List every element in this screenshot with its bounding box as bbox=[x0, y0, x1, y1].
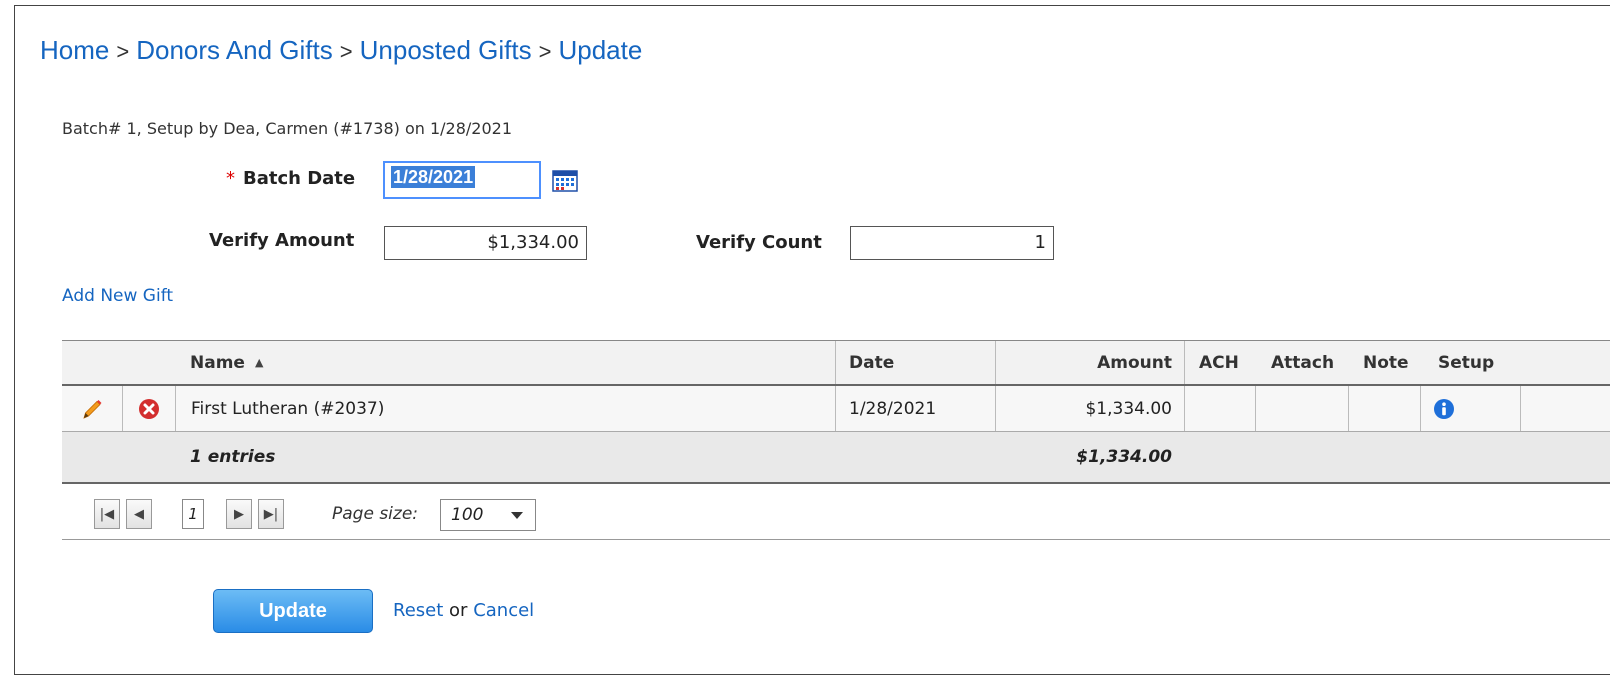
batch-date-input[interactable]: 1/28/2021 bbox=[383, 161, 541, 199]
row-setup bbox=[1420, 386, 1520, 431]
verify-count-input[interactable]: 1 bbox=[850, 226, 1054, 260]
breadcrumb-donors-link[interactable]: Donors And Gifts bbox=[136, 35, 333, 65]
calendar-icon[interactable] bbox=[552, 168, 578, 192]
batch-info: Batch# 1, Setup by Dea, Carmen (#1738) o… bbox=[62, 119, 513, 138]
breadcrumb-home-link[interactable]: Home bbox=[40, 35, 109, 65]
last-page-icon[interactable]: ▶| bbox=[258, 499, 284, 529]
entries-count: 1 entries bbox=[190, 447, 276, 467]
grid-header: Name ▲ Date Amount ACH Attach Note Setup bbox=[62, 340, 1610, 386]
add-new-gift-link[interactable]: Add New Gift bbox=[62, 286, 173, 306]
column-header-amount[interactable]: Amount bbox=[995, 341, 1184, 384]
breadcrumb-current[interactable]: Update bbox=[558, 35, 642, 65]
verify-count-label: Verify Count bbox=[696, 232, 822, 253]
delete-cell bbox=[122, 386, 175, 431]
row-amount: $1,334.00 bbox=[995, 386, 1184, 431]
row-extra bbox=[1520, 386, 1610, 431]
column-header-name-text: Name bbox=[190, 352, 245, 373]
grid-footer: 1 entries $1,334.00 bbox=[62, 432, 1610, 482]
row-ach bbox=[1184, 386, 1255, 431]
next-page-icon[interactable]: ▶ bbox=[226, 499, 252, 529]
row-attach bbox=[1255, 386, 1348, 431]
batch-date-value: 1/28/2021 bbox=[391, 166, 476, 188]
cancel-link[interactable]: Cancel bbox=[473, 600, 534, 621]
prev-page-icon[interactable]: ◀ bbox=[126, 499, 152, 529]
breadcrumb-separator: > bbox=[116, 39, 130, 64]
column-header-note[interactable]: Note bbox=[1348, 341, 1420, 384]
or-text: or bbox=[449, 600, 468, 621]
pencil-icon[interactable] bbox=[80, 397, 104, 421]
form-actions: Reset or Cancel bbox=[393, 600, 534, 621]
delete-x-icon[interactable] bbox=[138, 398, 160, 420]
update-button[interactable]: Update bbox=[213, 589, 373, 633]
gifts-grid: Name ▲ Date Amount ACH Attach Note Setup… bbox=[62, 340, 1610, 540]
column-header-date[interactable]: Date bbox=[835, 341, 995, 384]
column-header-setup[interactable]: Setup bbox=[1420, 341, 1520, 384]
verify-amount-input[interactable]: $1,334.00 bbox=[384, 226, 587, 260]
first-page-icon[interactable]: |◀ bbox=[94, 499, 120, 529]
breadcrumb-unposted-link[interactable]: Unposted Gifts bbox=[360, 35, 532, 65]
breadcrumb-separator: > bbox=[339, 39, 353, 64]
batch-date-label: * Batch Date bbox=[226, 168, 355, 189]
breadcrumb: Home > Donors And Gifts > Unposted Gifts > Upd… bbox=[40, 35, 642, 66]
row-note bbox=[1348, 386, 1420, 431]
row-date: 1/28/2021 bbox=[835, 386, 995, 431]
breadcrumb-separator: > bbox=[538, 39, 552, 64]
chevron-down-icon bbox=[511, 512, 523, 519]
edit-cell bbox=[62, 386, 122, 431]
info-icon[interactable] bbox=[1433, 398, 1455, 420]
page-size-value: 100 bbox=[451, 505, 484, 525]
row-name: First Lutheran (#2037) bbox=[175, 386, 835, 431]
current-page[interactable]: 1 bbox=[182, 499, 204, 529]
total-amount: $1,334.00 bbox=[1076, 447, 1172, 467]
page-size-select[interactable]: 100 bbox=[440, 499, 536, 531]
column-header-name[interactable]: Name ▲ bbox=[190, 341, 263, 384]
batch-date-label-text: Batch Date bbox=[243, 168, 356, 189]
page-size-label: Page size: bbox=[332, 504, 419, 524]
pager: |◀ ◀ 1 ▶ ▶| Page size: 100 bbox=[62, 482, 1610, 540]
table-row: First Lutheran (#2037) 1/28/2021 $1,334.… bbox=[62, 386, 1610, 432]
reset-link[interactable]: Reset bbox=[393, 600, 443, 621]
verify-amount-label: Verify Amount bbox=[209, 230, 355, 251]
column-header-attach[interactable]: Attach bbox=[1255, 341, 1348, 384]
required-mark: * bbox=[226, 168, 235, 189]
column-header-ach[interactable]: ACH bbox=[1184, 341, 1255, 384]
sort-ascending-icon: ▲ bbox=[254, 356, 264, 369]
